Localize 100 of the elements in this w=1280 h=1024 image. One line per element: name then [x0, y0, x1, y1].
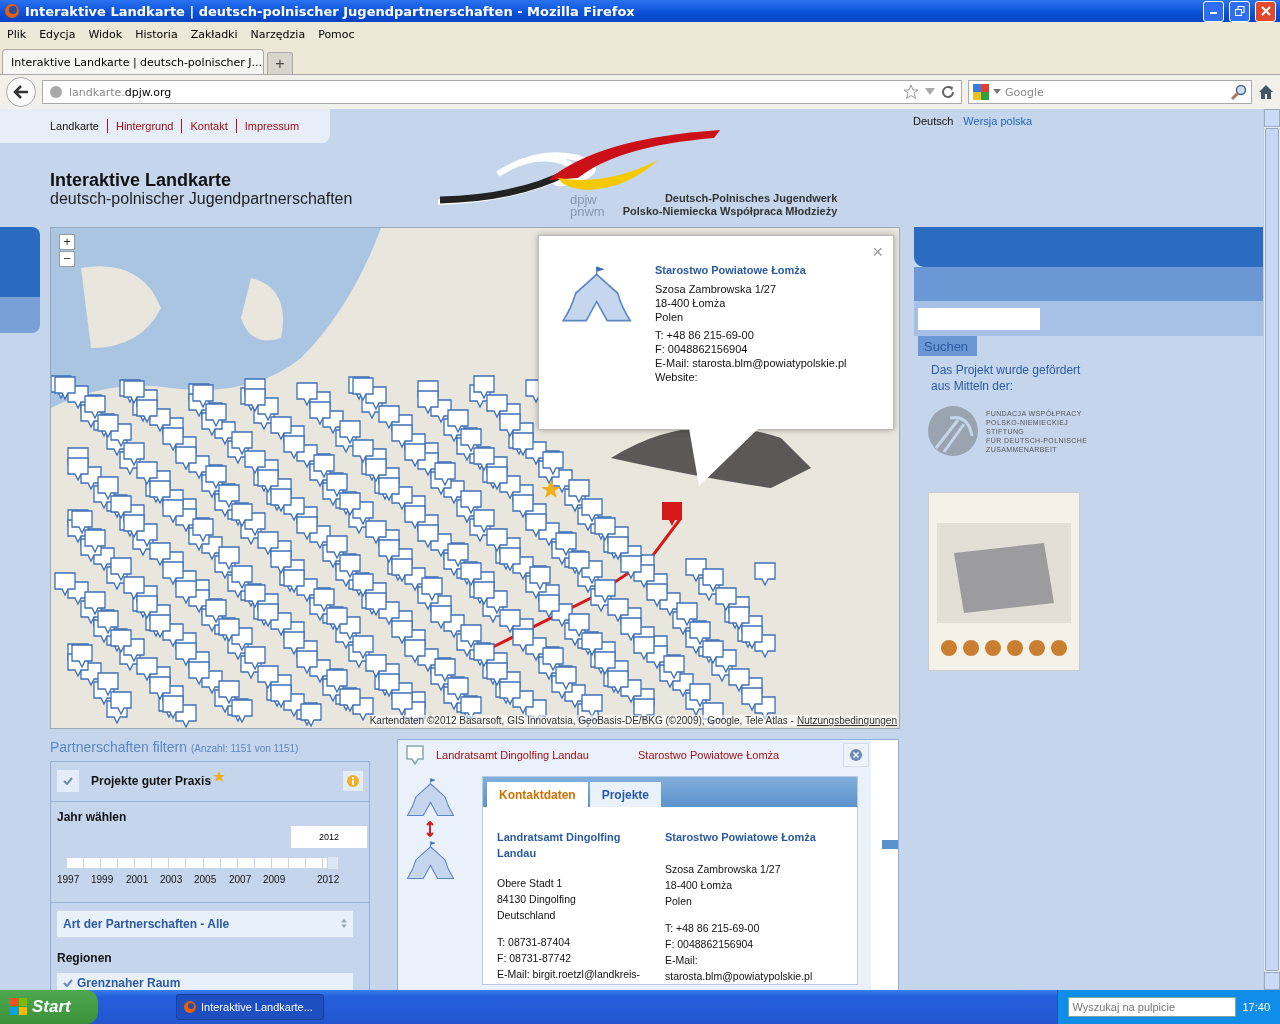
- year-tooltip: 2012: [291, 825, 367, 848]
- filter-label: Projekte guter Praxis: [91, 774, 212, 789]
- nav-link[interactable]: Kontakt: [181, 119, 236, 133]
- search-input[interactable]: [918, 307, 1040, 330]
- desktop-search-field[interactable]: Wyszukaj na pulpicie: [1068, 997, 1237, 1017]
- nav-link[interactable]: Landkarte: [42, 119, 107, 133]
- restore-button[interactable]: [1229, 0, 1250, 22]
- terms-link[interactable]: Nutzungsbedingungen: [796, 715, 897, 726]
- contact-line: F: 0048862156904: [665, 937, 755, 952]
- check-icon: [63, 777, 73, 786]
- contact-line: T: +48 86 215-69-00: [665, 921, 761, 936]
- contact-line: Website:: [655, 370, 699, 384]
- dropdown-icon[interactable]: [925, 88, 935, 96]
- address-line: Szosa Zambrowska 1/27: [655, 282, 778, 296]
- address-line: 84130 Dingolfing: [497, 892, 577, 907]
- popup-title: Starostwo Powiatowe Łomża: [655, 264, 807, 276]
- url-text: landkarte.dpjw.org: [69, 85, 172, 99]
- restore-icon: [1234, 6, 1245, 16]
- address-line: Polen: [665, 894, 693, 909]
- scroll-up-button[interactable]: [1264, 109, 1280, 127]
- close-icon: [850, 749, 862, 761]
- marker-icon: [406, 745, 424, 765]
- reload-icon[interactable]: [941, 85, 955, 99]
- logo-text: Polsko-Niemiecka Współpraca Młodzieży: [622, 205, 838, 218]
- tick-label: 2007: [229, 873, 253, 885]
- address-line: Polen: [655, 310, 685, 324]
- filter-count: (Anzahl: 1151 von 1151): [190, 743, 299, 754]
- tab[interactable]: Kontaktdaten: [487, 782, 588, 807]
- tent-icon: [405, 778, 455, 817]
- nav-link[interactable]: Impressum: [235, 119, 308, 133]
- language-link[interactable]: Deutsch: [913, 115, 954, 129]
- star-icon: [213, 771, 226, 784]
- tick-label: 2005: [194, 873, 218, 885]
- funding-text: Das Projekt wurde gefördert aus Mitteln der:: [931, 362, 1082, 394]
- contact-line: E-Mail: birgit.roetzl@landkreis-: [497, 967, 642, 982]
- contact-line: F: 08731-87742: [497, 951, 573, 966]
- minimize-button[interactable]: [1203, 0, 1224, 22]
- menu-item[interactable]: Edycja: [34, 27, 84, 41]
- partner-title: Landratsamt Dingolfing Landau: [497, 830, 622, 861]
- menu-item[interactable]: Historia: [130, 27, 186, 41]
- section-label: Jahr wählen: [57, 809, 128, 824]
- home-icon[interactable]: [1258, 84, 1274, 100]
- menu-item[interactable]: Pomoc: [313, 27, 363, 41]
- info-button[interactable]: [343, 771, 363, 792]
- logo-text: dpjw: [570, 194, 598, 206]
- taskbar-window-button[interactable]: Interaktive Landkarte...: [176, 994, 324, 1020]
- clock: 17:40: [1242, 1001, 1270, 1013]
- new-tab-button[interactable]: +: [267, 52, 293, 74]
- zoom-button[interactable]: +: [59, 234, 75, 250]
- partner-name: Landratsamt Dingolfing Landau: [436, 749, 590, 761]
- windows-logo-icon: [10, 998, 28, 1016]
- close-icon: [1260, 6, 1271, 16]
- dropdown-icon[interactable]: [993, 89, 1001, 95]
- firefox-icon: [4, 3, 20, 19]
- globe-icon: [49, 85, 63, 99]
- site-title: Interaktive Landkarte: [50, 171, 233, 190]
- tick-label: 1999: [91, 873, 115, 885]
- filter-title: Partnerschaften filtern: [50, 739, 187, 755]
- contact-line: F: 0048862156904: [655, 342, 749, 356]
- tab[interactable]: Projekte: [589, 782, 662, 807]
- foundation-logo-icon: [928, 406, 978, 456]
- close-button[interactable]: [843, 743, 869, 767]
- address-line: Deutschland: [497, 908, 557, 923]
- browser-tab[interactable]: Interaktive Landkarte | deutsch-polnischer J...: [2, 49, 264, 74]
- nav-link[interactable]: Hintergrund: [106, 119, 182, 133]
- window-title: Interaktive Landkarte | deutsch-polnischer Jugendpartnerschaften - Mozilla Firefox: [25, 3, 636, 19]
- back-button[interactable]: [6, 77, 36, 107]
- search-icon[interactable]: [1231, 84, 1247, 100]
- tick-label: 2009: [263, 873, 287, 885]
- address-line: Szosa Zambrowska 1/27: [665, 862, 782, 877]
- tent-icon: [405, 840, 455, 880]
- search-field[interactable]: Google: [968, 80, 1252, 104]
- slider-thumb[interactable]: [327, 855, 339, 870]
- address-field[interactable]: landkarte.dpjw.org: [42, 80, 962, 104]
- region-option[interactable]: Grenznaher Raum: [57, 972, 353, 990]
- menu-item[interactable]: Plik: [2, 27, 35, 41]
- type-select[interactable]: Art der Partnerschaften - Alle: [57, 911, 353, 937]
- tick-label: 2001: [126, 873, 150, 885]
- menu-item[interactable]: Widok: [83, 27, 131, 41]
- menu-item[interactable]: Zakładki: [185, 27, 246, 41]
- menu-item[interactable]: Narzędzia: [245, 27, 314, 41]
- section-label: Regionen: [57, 950, 112, 965]
- star-icon[interactable]: [903, 84, 919, 100]
- double-arrow-icon: [426, 820, 434, 837]
- google-icon: [973, 84, 989, 100]
- address-line: 18-400 Łomża: [665, 878, 734, 893]
- contact-line: starosta.blm@powiatypolskie.pl: [665, 969, 814, 984]
- zoom-button[interactable]: −: [59, 251, 75, 267]
- year-slider[interactable]: [67, 855, 339, 870]
- scroll-down-button[interactable]: [1264, 972, 1280, 990]
- contact-line: T: 08731-87404: [497, 935, 571, 950]
- region-label: Grenznaher Raum: [77, 976, 181, 990]
- address-line: Obere Stadt 1: [497, 876, 564, 891]
- contact-line: T: +48 86 215-69-00: [655, 328, 755, 342]
- checkbox[interactable]: [57, 770, 79, 793]
- contact-line: E-Mail: starosta.blm@powiatypolskie.pl: [655, 356, 847, 370]
- language-link[interactable]: Wersja polska: [963, 115, 1033, 129]
- sort-arrows-icon: [341, 919, 347, 929]
- map-attribution: Kartendaten ©2012 Basarsoft, GIS Innovatsia, GeoBasis-DE/BKG (©2009), Google, Tele Atlas - Nutzungsbedingungen: [369, 715, 897, 726]
- address-line: 18-400 Łomża: [655, 296, 727, 310]
